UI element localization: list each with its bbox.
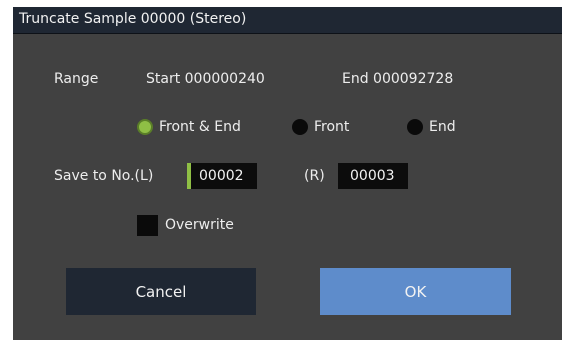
cancel-button-label: Cancel [135,282,187,301]
radio-selected-icon [137,119,153,135]
range-label: Range [54,71,99,87]
radio-front-and-end-label: Front & End [159,119,241,135]
save-to-left-value: 00002 [199,168,244,184]
overwrite-checkbox[interactable] [137,215,158,236]
radio-front-and-end[interactable]: Front & End [137,119,241,135]
radio-unselected-icon [407,119,423,135]
save-to-left-field[interactable]: 00002 [187,163,257,189]
radio-unselected-icon [292,119,308,135]
save-to-right-value: 00003 [350,168,395,184]
range-end-value: End 000092728 [342,71,454,87]
range-start-value: Start 000000240 [146,71,265,87]
save-to-label: Save to No.(L) [54,168,154,184]
radio-end[interactable]: End [407,119,456,135]
cancel-button[interactable]: Cancel [66,268,256,315]
radio-front-label: Front [314,119,350,135]
ok-button[interactable]: OK [320,268,511,315]
radio-end-label: End [429,119,456,135]
save-to-right-label: (R) [304,168,325,184]
ok-button-label: OK [404,282,427,301]
dialog-title: Truncate Sample 00000 (Stereo) [19,11,247,27]
truncate-sample-dialog: Truncate Sample 00000 (Stereo) Range Sta… [13,7,562,340]
radio-front[interactable]: Front [292,119,349,135]
dialog-title-bar: Truncate Sample 00000 (Stereo) [13,7,562,34]
save-to-right-field[interactable]: 00003 [338,163,408,189]
edit-cursor-indicator [187,163,191,189]
overwrite-label: Overwrite [165,217,234,233]
